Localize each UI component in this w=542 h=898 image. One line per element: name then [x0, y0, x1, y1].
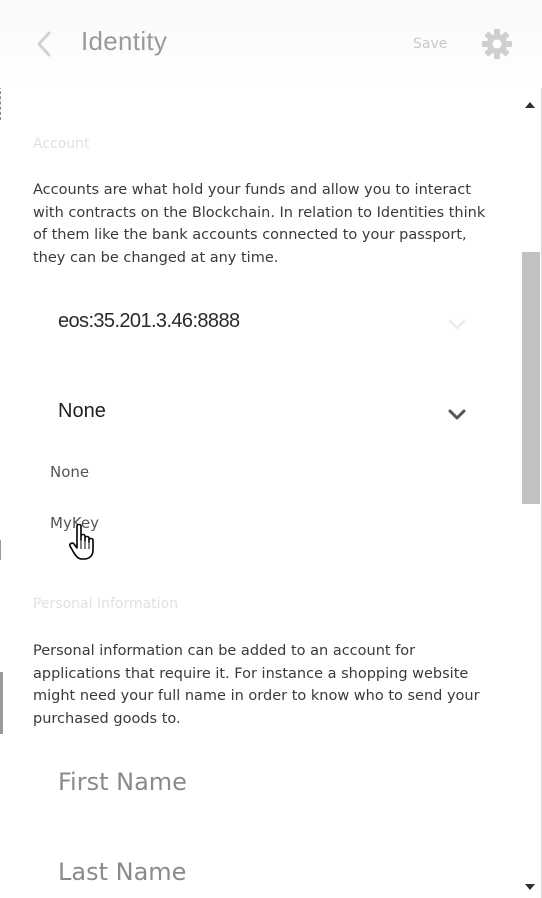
personal-info-description: Personal information can be added to an … — [33, 643, 480, 727]
chevron-left-icon[interactable] — [34, 30, 54, 58]
header-bar: Identity Save — [0, 0, 542, 88]
account-select[interactable]: None — [33, 388, 483, 438]
first-name-field[interactable] — [33, 757, 483, 807]
window-edge-divider — [0, 672, 3, 734]
page-title: Identity — [81, 26, 168, 56]
chevron-down-icon — [447, 406, 467, 420]
account-section-label: Account — [33, 136, 90, 152]
scroll-up-arrow-icon[interactable] — [524, 96, 536, 108]
network-select-value: eos:35.201.3.46:8888 — [58, 310, 240, 332]
chevron-down-icon — [447, 316, 467, 330]
personal-info-section-label: Personal Information — [33, 596, 179, 612]
last-name-field[interactable] — [33, 847, 483, 897]
gear-icon[interactable] — [481, 28, 513, 60]
scroll-down-arrow-icon[interactable] — [524, 878, 536, 890]
dropdown-option-none[interactable]: None — [50, 463, 89, 481]
window-edge-divider — [0, 540, 1, 560]
save-button[interactable]: Save — [413, 36, 447, 52]
identity-window: Identity Save Account Accounts are what … — [0, 0, 542, 898]
scrollbar-thumb[interactable] — [522, 252, 540, 504]
account-select-value: None — [58, 400, 106, 422]
hand-pointer-icon — [68, 522, 102, 562]
account-description: Accounts are what hold your funds and al… — [33, 182, 486, 266]
network-select[interactable]: eos:35.201.3.46:8888 — [33, 298, 483, 348]
